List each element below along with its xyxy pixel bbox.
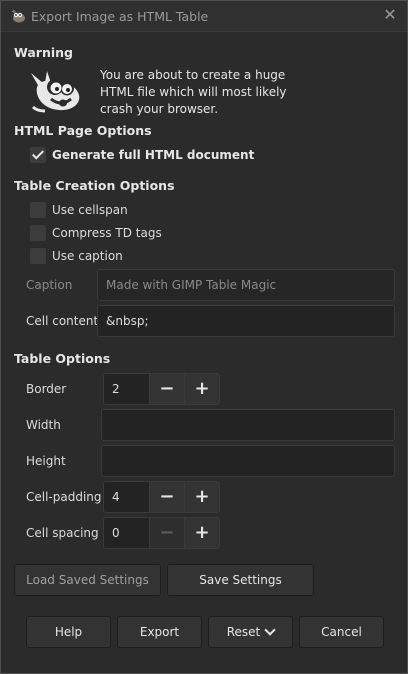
window-title: Export Image as HTML Table <box>31 9 209 24</box>
cell-padding-decrement-button[interactable]: − <box>148 482 184 512</box>
border-label: Border <box>26 382 67 396</box>
wilber-mascot-icon <box>31 71 80 113</box>
caption-input[interactable]: Made with GIMP Table Magic <box>97 269 395 301</box>
cell-padding-spinbutton: 4 − + <box>103 481 220 513</box>
minus-icon: − <box>159 378 175 399</box>
plus-icon: + <box>194 378 210 399</box>
use-cellspan-label: Use cellspan <box>52 203 128 217</box>
plus-icon: + <box>194 486 210 507</box>
warning-message: You are about to create a huge HTML file… <box>100 68 287 116</box>
checkbox-icon[interactable] <box>30 248 46 264</box>
cell-spacing-value[interactable]: 0 <box>104 518 149 548</box>
minus-icon: − <box>159 522 175 543</box>
checkbox-icon[interactable] <box>30 225 46 241</box>
border-decrement-button[interactable]: − <box>148 374 184 404</box>
save-settings-button[interactable]: Save Settings <box>167 564 314 596</box>
compress-td-tags-checkbox[interactable]: Compress TD tags <box>30 224 162 242</box>
reset-button[interactable]: Reset <box>208 616 293 648</box>
caption-label: Caption <box>26 278 73 292</box>
cell-padding-value[interactable]: 4 <box>104 482 149 512</box>
title-bar[interactable]: Export Image as HTML Table ✕ <box>1 1 407 32</box>
help-button[interactable]: Help <box>26 616 111 648</box>
load-saved-settings-button[interactable]: Load Saved Settings <box>14 564 161 596</box>
cell-padding-label: Cell-padding <box>26 490 102 504</box>
cell-padding-increment-button[interactable]: + <box>183 482 219 512</box>
export-button[interactable]: Export <box>117 616 202 648</box>
export-dialog: Export Image as HTML Table ✕ Warning You… <box>0 0 408 674</box>
cell-content-input[interactable]: &nbsp; <box>97 305 395 337</box>
height-label: Height <box>26 454 66 468</box>
cell-spacing-decrement-button[interactable]: − <box>148 518 184 548</box>
use-caption-checkbox[interactable]: Use caption <box>30 247 123 265</box>
cancel-button[interactable]: Cancel <box>299 616 384 648</box>
cell-spacing-spinbutton: 0 − + <box>103 517 220 549</box>
width-input[interactable] <box>101 409 395 441</box>
use-caption-label: Use caption <box>52 249 123 263</box>
gimp-wilber-icon <box>11 9 25 23</box>
table-creation-options-heading: Table Creation Options <box>14 178 175 193</box>
cell-spacing-increment-button[interactable]: + <box>183 518 219 548</box>
generate-full-html-checkbox[interactable]: Generate full HTML document <box>30 146 254 164</box>
table-options-heading: Table Options <box>14 351 111 366</box>
plus-icon: + <box>194 522 210 543</box>
minus-icon: − <box>159 486 175 507</box>
chevron-down-icon <box>264 624 276 636</box>
cell-content-label: Cell content <box>26 314 99 328</box>
width-label: Width <box>26 418 61 432</box>
border-spinbutton: 2 − + <box>103 373 220 405</box>
generate-full-html-label: Generate full HTML document <box>52 148 255 162</box>
border-value[interactable]: 2 <box>104 374 149 404</box>
cell-spacing-label: Cell spacing <box>26 526 99 540</box>
html-page-options-heading: HTML Page Options <box>14 123 152 138</box>
close-icon[interactable]: ✕ <box>381 6 399 24</box>
reset-label: Reset <box>226 625 261 639</box>
checkbox-icon[interactable] <box>30 202 46 218</box>
height-input[interactable] <box>101 445 395 477</box>
checkbox-checked-icon[interactable] <box>30 147 46 163</box>
use-cellspan-checkbox[interactable]: Use cellspan <box>30 201 128 219</box>
warning-heading: Warning <box>14 45 73 60</box>
compress-td-tags-label: Compress TD tags <box>52 226 162 240</box>
border-increment-button[interactable]: + <box>183 374 219 404</box>
